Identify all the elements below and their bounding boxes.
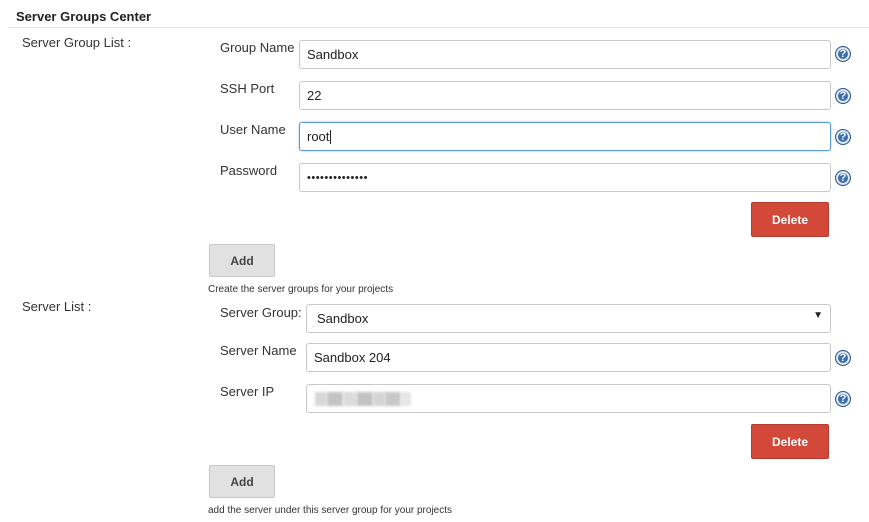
help-icon[interactable]: ?	[835, 391, 851, 407]
ssh-port-value: 22	[307, 88, 322, 103]
server-ip-input[interactable]	[306, 384, 831, 413]
password-input[interactable]: ••••••••••••••	[299, 163, 831, 192]
password-value: ••••••••••••••	[307, 171, 368, 184]
help-icon[interactable]: ?	[835, 88, 851, 104]
server-group-select[interactable]: Sandbox ▼	[306, 304, 831, 333]
redacted-ip-blur	[315, 391, 411, 406]
server-list-label: Server List :	[22, 299, 92, 314]
server-name-label: Server Name	[220, 343, 297, 358]
user-name-label: User Name	[220, 122, 286, 137]
ssh-port-input[interactable]: 22	[299, 81, 831, 110]
server-name-input[interactable]: Sandbox 204	[306, 343, 831, 372]
user-name-input[interactable]: root	[299, 122, 831, 151]
password-label: Password	[220, 163, 278, 178]
group-name-value: Sandbox	[307, 47, 359, 62]
server-group-selected-value: Sandbox	[317, 311, 369, 326]
group-name-label: Group Name	[220, 40, 295, 55]
help-icon[interactable]: ?	[835, 129, 851, 145]
help-icon[interactable]: ?	[835, 350, 851, 366]
help-icon[interactable]: ?	[835, 170, 851, 186]
caret-down-icon: ▼	[813, 310, 823, 321]
text-caret	[330, 129, 332, 144]
ssh-port-label: SSH Port	[220, 81, 275, 96]
server-ip-label: Server IP	[220, 384, 275, 399]
help-icon[interactable]: ?	[835, 46, 851, 62]
server-hint: add the server under this server group f…	[208, 505, 453, 516]
group-name-input[interactable]: Sandbox	[299, 40, 831, 69]
server-group-list-label: Server Group List :	[22, 35, 132, 50]
section-title: Server Groups Center	[16, 9, 152, 24]
delete-server-button[interactable]: Delete	[751, 424, 829, 459]
user-name-value: root	[307, 129, 330, 144]
server-name-value: Sandbox 204	[314, 350, 391, 365]
delete-server-group-button[interactable]: Delete	[751, 202, 829, 237]
section-divider	[8, 27, 869, 28]
add-server-button[interactable]: Add	[209, 465, 275, 498]
add-server-group-button[interactable]: Add	[209, 244, 275, 277]
server-group-select-label: Server Group:	[220, 305, 302, 320]
server-group-hint: Create the server groups for your projec…	[208, 284, 394, 295]
